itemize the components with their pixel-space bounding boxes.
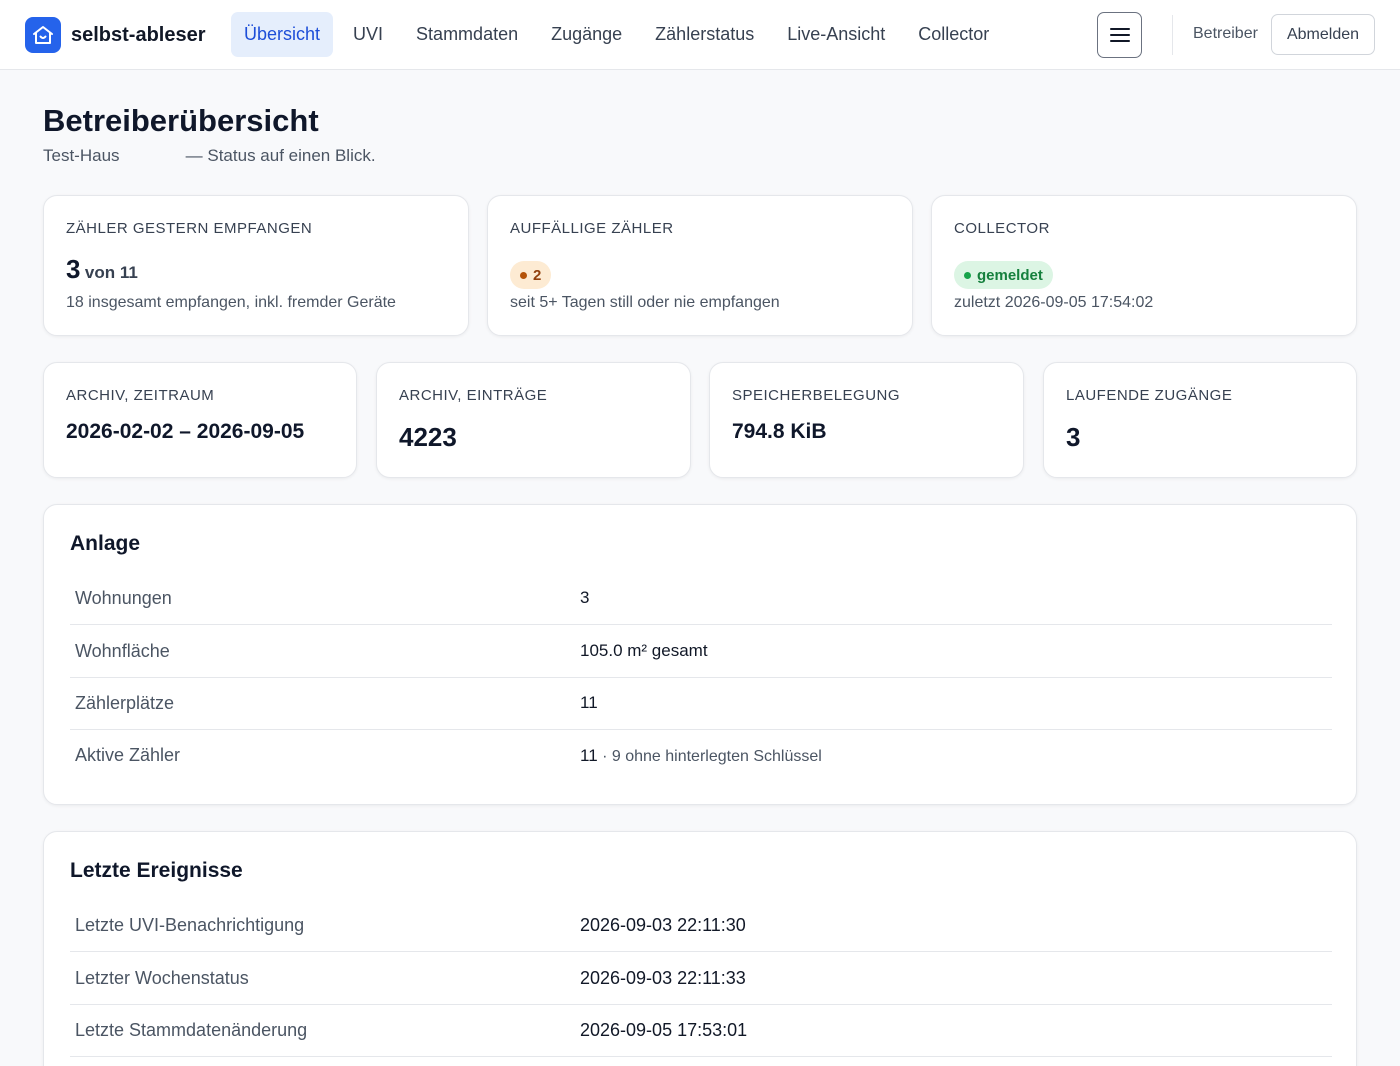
section-events: Letzte Ereignisse Letzte UVI-Benachricht… — [43, 831, 1357, 1066]
table-row: Zählerplätze 11 — [70, 677, 1332, 730]
row-value-main: 11 — [580, 745, 598, 765]
nav-item-uebersicht[interactable]: Übersicht — [231, 12, 334, 57]
table-row: Letzte Stammdatenänderung 2026-09-05 17:… — [70, 1004, 1332, 1057]
section-title: Letzte Ereignisse — [70, 859, 243, 882]
row-label: Zählerplätze — [75, 692, 175, 713]
row-label: Aktive Zähler — [75, 745, 181, 765]
stat-label: Speicherbelegung — [732, 387, 901, 404]
row-label: Letzte UVI-Benachrichtigung — [75, 914, 305, 935]
table-row: Aktive Zähler 11 · 9 ohne hinterlegten S… — [70, 729, 1332, 782]
stat-card-anomalous: Auffällige Zähler 2 seit 5+ Tagen still … — [487, 195, 913, 336]
brand[interactable]: selbst-ableser — [25, 17, 206, 53]
stat-note: 18 insgesamt empfangen, inkl. fremder Ge… — [66, 294, 396, 311]
stat-card-running-access: Laufende Zugänge 3 — [1043, 362, 1357, 478]
stat-label: Zähler gestern empfangen — [66, 220, 313, 237]
stat-label: Archiv, Zeitraum — [66, 387, 215, 404]
status-badge-label: gemeldet — [977, 266, 1043, 284]
stat-label: Collector — [954, 220, 1050, 237]
stat-value: 3 — [66, 254, 81, 284]
brand-name: selbst-ableser — [71, 23, 206, 46]
stat-value: 3 — [1066, 422, 1081, 452]
row-value: 11 · 9 ohne hinterlegten Schlüssel — [580, 746, 822, 766]
row-label: Wohnungen — [75, 587, 172, 608]
row-value: 11 — [580, 693, 598, 712]
hamburger-menu-icon — [1109, 28, 1130, 42]
stat-value: 4223 — [399, 422, 457, 452]
table-row: Wohnungen 3 — [70, 572, 1332, 625]
row-value-extra: · 9 ohne hinterlegten Schlüssel — [597, 747, 822, 765]
stat-card-storage: Speicherbelegung 794.8 KiB — [709, 362, 1024, 478]
stat-note: seit 5+ Tagen still oder nie empfangen — [510, 294, 780, 311]
row-label: Wohnfläche — [75, 640, 170, 661]
table-row: Letzte UVI-Benachrichtigung 2026-09-03 2… — [70, 899, 1332, 952]
main-nav: Übersicht UVI Stammdaten Zugänge Zählers… — [231, 12, 1009, 57]
table-row: Wohnfläche 105.0 m² gesamt — [70, 625, 1332, 678]
user-role: Betreiber — [1193, 25, 1258, 42]
stat-card-received: Zähler gestern empfangen 3 von 11 18 ins… — [43, 195, 469, 336]
row-value: 3 — [580, 588, 590, 607]
status-dot-icon — [964, 271, 971, 279]
page-subtitle: Test-Haus — Status auf einen Blick. — [43, 146, 376, 165]
stat-label: Laufende Zugänge — [1066, 387, 1233, 404]
warning-badge: 2 — [510, 261, 552, 289]
stat-card-archive-entries: Archiv, Einträge 4223 — [376, 362, 691, 478]
stat-card-collector: Collector gemeldet zuletzt 2026-09-05 17… — [931, 195, 1357, 336]
nav-item-uvi[interactable]: UVI — [340, 12, 396, 57]
nav-item-zaehlerstatus[interactable]: Zählerstatus — [642, 12, 767, 57]
section-anlage: Anlage Wohnungen 3 Wohnfläche 105.0 m² g… — [43, 504, 1357, 805]
row-label: Letzter Wochenstatus — [75, 967, 249, 988]
stat-value-total: von 11 — [84, 263, 138, 282]
row-value: 105.0 m² gesamt — [580, 641, 708, 660]
menu-toggle-button[interactable] — [1097, 12, 1142, 58]
logout-button[interactable]: Abmelden — [1271, 14, 1375, 55]
status-badge: gemeldet — [954, 261, 1053, 289]
home-icon — [25, 17, 61, 53]
row-label: Letzte Stammdatenänderung — [75, 1019, 308, 1040]
stat-value: 2026-02-02 – 2026-09-05 — [66, 420, 305, 443]
table-row: Letzter Wochenstatus 2026-09-03 22:11:33 — [70, 952, 1332, 1005]
stat-value: 794.8 KiB — [732, 420, 827, 443]
page-title: Betreiberübersicht — [43, 103, 319, 138]
row-value: 2026-09-03 22:11:33 — [580, 967, 746, 988]
stat-label: Auffällige Zähler — [510, 220, 674, 237]
row-value: 2026-09-03 22:11:30 — [580, 914, 746, 935]
stat-label: Archiv, Einträge — [399, 387, 548, 404]
warning-badge-count: 2 — [533, 266, 542, 284]
nav-item-stammdaten[interactable]: Stammdaten — [403, 12, 531, 57]
nav-divider — [1172, 15, 1173, 55]
status-dot-icon — [520, 271, 527, 279]
row-value: 2026-09-05 17:53:01 — [580, 1019, 748, 1040]
top-navigation-bar: selbst-ableser Übersicht UVI Stammdaten … — [0, 0, 1400, 70]
section-title: Anlage — [70, 532, 141, 555]
nav-item-live-ansicht[interactable]: Live-Ansicht — [774, 12, 898, 57]
stat-note: zuletzt 2026-09-05 17:54:02 — [954, 294, 1154, 311]
nav-item-zugaenge[interactable]: Zugänge — [538, 12, 635, 57]
stat-card-archive-range: Archiv, Zeitraum 2026-02-02 – 2026-09-05 — [43, 362, 357, 478]
nav-item-collector[interactable]: Collector — [905, 12, 1002, 57]
